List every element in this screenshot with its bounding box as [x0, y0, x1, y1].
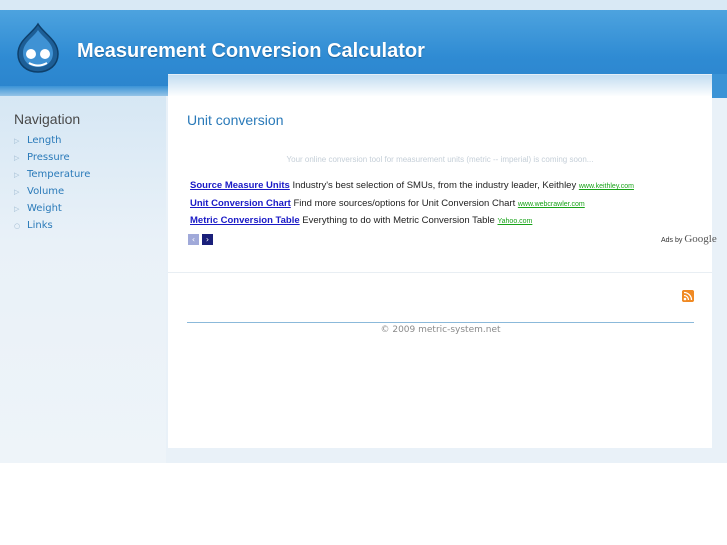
ads-by-prefix: Ads by	[661, 237, 683, 244]
bullet-icon: ▷	[14, 136, 20, 145]
ad-url[interactable]: www.keithley.com	[579, 183, 634, 190]
sidebar-item-links[interactable]: ○ Links	[14, 217, 90, 234]
site-title[interactable]: Measurement Conversion Calculator	[77, 40, 425, 63]
ad-item: Metric Conversion Table Everything to do…	[190, 215, 634, 233]
sidebar-item-label[interactable]: Pressure	[27, 152, 70, 163]
ad-url[interactable]: Yahoo.com	[497, 218, 532, 225]
sidebar-item-volume[interactable]: ▷ Volume	[14, 183, 90, 200]
ad-pager: ‹ ›	[188, 234, 213, 245]
ad-text: Industry's best selection of SMUs, from …	[292, 180, 577, 191]
content-top-shade	[168, 74, 712, 97]
sidebar-item-label[interactable]: Length	[27, 135, 62, 146]
sidebar-item-pressure[interactable]: ▷ Pressure	[14, 149, 90, 166]
sidebar-item-label[interactable]: Volume	[27, 186, 64, 197]
navigation-list: ▷ Length ▷ Pressure ▷ Temperature ▷ Volume ▷…	[14, 132, 90, 234]
header-right-edge	[712, 74, 727, 98]
content-divider	[168, 272, 712, 273]
sidebar-item-label[interactable]: Links	[27, 220, 53, 231]
google-wordmark: Google	[684, 233, 717, 245]
ad-block: Source Measure Units Industry's best sel…	[190, 180, 634, 233]
sidebar-item-length[interactable]: ▷ Length	[14, 132, 90, 149]
drupal-logo-icon[interactable]	[14, 22, 62, 74]
chevron-left-icon[interactable]: ‹	[188, 234, 199, 245]
footer-copyright: © 2009 metric-system.net	[380, 325, 501, 335]
ad-text: Everything to do with Metric Conversion …	[302, 215, 495, 226]
coming-soon-notice: Your online conversion tool for measurem…	[286, 155, 594, 164]
sidebar-item-temperature[interactable]: ▷ Temperature	[14, 166, 90, 183]
bullet-icon: ▷	[14, 153, 20, 162]
bullet-icon: ○	[14, 221, 21, 230]
navigation-title: Navigation	[14, 111, 81, 127]
ad-item: Unit Conversion Chart Find more sources/…	[190, 198, 634, 216]
sidebar-item-label[interactable]: Temperature	[27, 169, 90, 180]
ads-by-google[interactable]: Ads by Google	[661, 233, 717, 245]
ad-url[interactable]: www.webcrawler.com	[518, 201, 585, 208]
ad-link[interactable]: Source Measure Units	[190, 180, 290, 191]
bullet-icon: ▷	[14, 170, 20, 179]
sidebar-item-weight[interactable]: ▷ Weight	[14, 200, 90, 217]
ad-text: Find more sources/options for Unit Conve…	[293, 197, 516, 209]
page-title: Unit conversion	[187, 112, 284, 128]
sidebar-item-label[interactable]: Weight	[27, 203, 62, 214]
footer-divider	[187, 322, 694, 323]
ad-item: Source Measure Units Industry's best sel…	[190, 180, 634, 198]
chevron-right-icon[interactable]: ›	[202, 234, 213, 245]
ad-link[interactable]: Unit Conversion Chart	[190, 198, 291, 209]
rss-feed-icon[interactable]	[682, 290, 694, 302]
bullet-icon: ▷	[14, 187, 20, 196]
ad-link[interactable]: Metric Conversion Table	[190, 215, 300, 226]
bullet-icon: ▷	[14, 204, 20, 213]
